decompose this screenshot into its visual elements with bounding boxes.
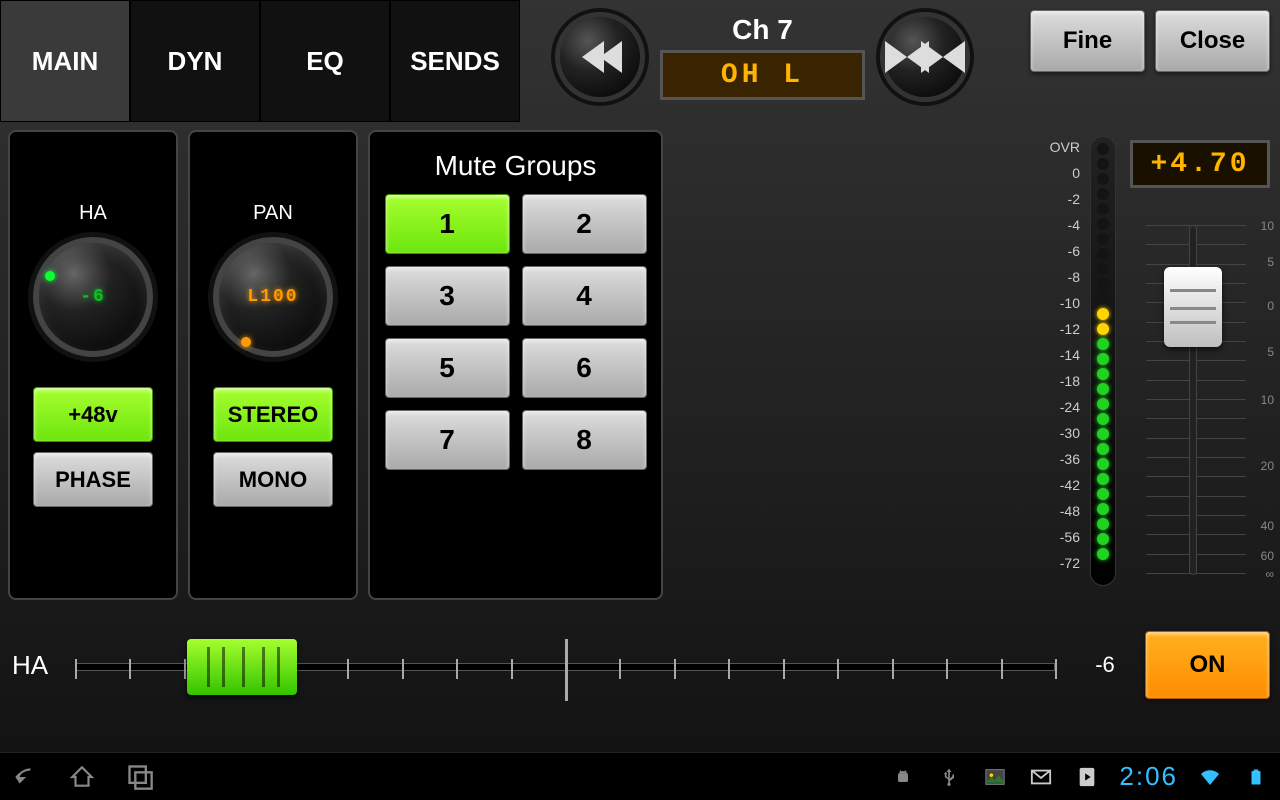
gallery-icon[interactable]: [981, 763, 1009, 791]
meter-label: -42: [1020, 472, 1080, 498]
pan-knob-indicator: [241, 337, 251, 347]
meter-label: -14: [1020, 342, 1080, 368]
ha-title: HA: [79, 202, 107, 225]
ha-knob-value: -6: [57, 261, 129, 333]
fader-zone: 0510204060510∞: [1134, 225, 1274, 575]
channel-display: Ch 7 OH L: [660, 14, 865, 100]
fine-button[interactable]: Fine: [1030, 10, 1145, 72]
meter-label: -4: [1020, 212, 1080, 238]
top-bar: MAIN DYN EQ SENDS Ch 7 OH L Fine Close: [0, 0, 1280, 122]
channel-number: Ch 7: [732, 14, 793, 46]
bottom-ha-label: HA: [0, 650, 75, 681]
rewind-icon: [582, 41, 618, 73]
mute-group-4[interactable]: 4: [522, 266, 647, 326]
meter-label: -48: [1020, 498, 1080, 524]
ha-panel: HA -6 +48v PHASE: [8, 130, 178, 600]
meter-label: -72: [1020, 550, 1080, 576]
battery-icon[interactable]: [1242, 763, 1270, 791]
mute-group-8[interactable]: 8: [522, 410, 647, 470]
bottom-strip: HA -6 ON: [0, 610, 1280, 720]
back-icon[interactable]: [10, 763, 38, 791]
meter-label: -56: [1020, 524, 1080, 550]
panel-row: HA -6 +48v PHASE PAN L100 STEREO MONO Mu…: [8, 130, 663, 600]
next-channel-button[interactable]: [880, 12, 970, 102]
meter-scale-labels: OVR0-2-4-6-8-10-12-14-18-24-30-36-42-48-…: [1020, 134, 1080, 576]
tab-main[interactable]: MAIN: [0, 0, 130, 122]
tab-sends[interactable]: SENDS: [390, 0, 520, 122]
mail-icon[interactable]: [1027, 763, 1055, 791]
mono-button[interactable]: MONO: [213, 452, 333, 507]
tab-dyn[interactable]: DYN: [130, 0, 260, 122]
gain-display: +4.70: [1130, 140, 1270, 188]
system-bar: 2:06: [0, 752, 1280, 800]
channel-switcher: Ch 7 OH L: [555, 2, 970, 112]
ha-knob[interactable]: -6: [33, 237, 153, 357]
top-right-buttons: Fine Close: [1030, 10, 1270, 72]
meter-label: -30: [1020, 420, 1080, 446]
pan-title: PAN: [253, 202, 293, 225]
meter-label: OVR: [1020, 134, 1080, 160]
mute-groups-title: Mute Groups: [435, 150, 597, 182]
pan-panel: PAN L100 STEREO MONO: [188, 130, 358, 600]
mute-group-7[interactable]: 7: [385, 410, 510, 470]
tabs: MAIN DYN EQ SENDS: [0, 0, 520, 122]
pan-knob-value: L100: [237, 261, 309, 333]
meter-label: -6: [1020, 238, 1080, 264]
on-button[interactable]: ON: [1145, 631, 1270, 699]
close-button[interactable]: Close: [1155, 10, 1270, 72]
meter-label: -2: [1020, 186, 1080, 212]
ha-value: -6: [1065, 652, 1145, 678]
mute-group-3[interactable]: 3: [385, 266, 510, 326]
channel-name-lcd[interactable]: OH L: [660, 50, 865, 100]
phase-button[interactable]: PHASE: [33, 452, 153, 507]
home-icon[interactable]: [68, 763, 96, 791]
meter-label: -24: [1020, 394, 1080, 420]
meter-label: -12: [1020, 316, 1080, 342]
mute-group-6[interactable]: 6: [522, 338, 647, 398]
pan-knob[interactable]: L100: [213, 237, 333, 357]
meter-label: 0: [1020, 160, 1080, 186]
meter-fader-area: OVR0-2-4-6-8-10-12-14-18-24-30-36-42-48-…: [1020, 130, 1280, 600]
level-meter: [1090, 136, 1116, 586]
recent-apps-icon[interactable]: [126, 763, 154, 791]
prev-channel-button[interactable]: [555, 12, 645, 102]
mute-groups-panel: Mute Groups 12345678: [368, 130, 663, 600]
mute-group-1[interactable]: 1: [385, 194, 510, 254]
meter-label: -8: [1020, 264, 1080, 290]
tab-eq[interactable]: EQ: [260, 0, 390, 122]
ha-knob-indicator: [45, 271, 55, 281]
clock[interactable]: 2:06: [1119, 761, 1178, 792]
stereo-button[interactable]: STEREO: [213, 387, 333, 442]
ha-slider-track[interactable]: [75, 625, 1055, 705]
wifi-icon[interactable]: [1196, 763, 1224, 791]
usb-icon[interactable]: [935, 763, 963, 791]
forward-icon: [889, 41, 961, 73]
android-icon[interactable]: [889, 763, 917, 791]
meter-label: -36: [1020, 446, 1080, 472]
fader-knob[interactable]: [1164, 267, 1222, 347]
mute-group-2[interactable]: 2: [522, 194, 647, 254]
mute-group-5[interactable]: 5: [385, 338, 510, 398]
phantom-button[interactable]: +48v: [33, 387, 153, 442]
meter-label: -10: [1020, 290, 1080, 316]
ha-slider-knob[interactable]: [187, 639, 297, 695]
fader-scale: 0510204060510∞: [1244, 225, 1274, 575]
play-store-icon[interactable]: [1073, 763, 1101, 791]
meter-label: -18: [1020, 368, 1080, 394]
